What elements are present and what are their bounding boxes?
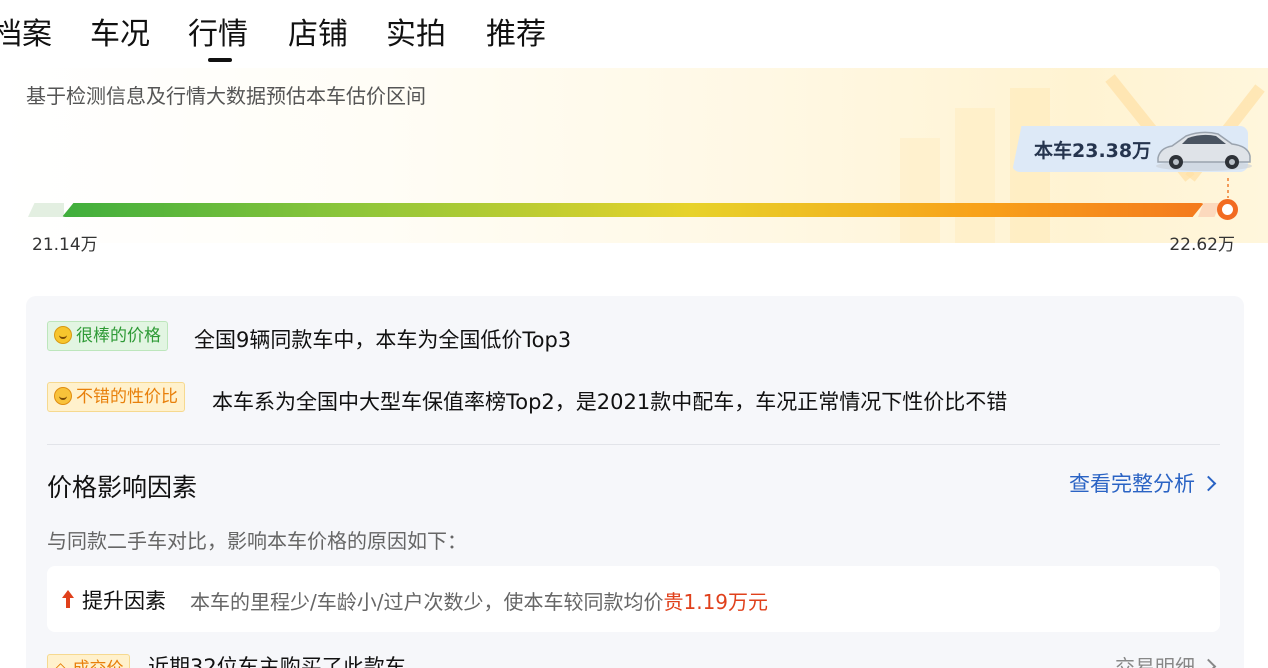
chevron-right-icon: [1200, 658, 1217, 668]
up-factor-label: 提升因素: [82, 589, 166, 613]
good-value-tag-label: 不错的性价比: [76, 387, 178, 407]
section-divider: [47, 444, 1220, 445]
tab-market[interactable]: 行情: [188, 14, 248, 56]
tag-icon: ◇: [54, 659, 72, 668]
deal-price-tag-label: 成交价: [72, 659, 123, 668]
good-value-text: 本车系为全国中大型车保值率榜Top2，是2021款中配车，车况正常情况下性价比不…: [212, 390, 1008, 414]
deal-details-link-label: 交易明细: [1115, 655, 1195, 668]
tab-recommend[interactable]: 推荐: [486, 14, 546, 56]
car-icon: [1156, 131, 1252, 171]
good-value-tag: 不错的性价比: [47, 382, 185, 412]
arrow-up-icon: [62, 590, 74, 608]
smiling-face-icon: [54, 387, 72, 405]
deal-text: 近期32位车主购买了此款车: [148, 655, 406, 668]
estimate-subtitle: 基于检测信息及行情大数据预估本车估价区间: [26, 84, 426, 108]
marker-pointer-line: [1227, 178, 1229, 198]
deal-details-link[interactable]: 交易明细: [1115, 651, 1217, 668]
current-car-price: 本车23.38万: [1034, 140, 1152, 162]
price-range-bar: [62, 203, 1204, 217]
factors-title: 价格影响因素: [47, 473, 198, 502]
deal-price-tag: ◇ 成交价: [47, 654, 131, 668]
tab-active-indicator: [208, 58, 232, 62]
full-analysis-link-label: 查看完整分析: [1069, 472, 1195, 496]
great-price-tag-label: 很棒的价格: [76, 326, 161, 346]
range-min-label: 21.14万: [32, 235, 98, 255]
tab-condition[interactable]: 车况: [90, 14, 150, 56]
range-max-label: 22.62万: [1169, 235, 1235, 255]
great-price-text: 全国9辆同款车中，本车为全国低价Top3: [194, 328, 572, 352]
full-analysis-link[interactable]: 查看完整分析: [1069, 468, 1217, 498]
tab-photos[interactable]: 实拍: [386, 14, 446, 56]
up-factor-amount: 贵1.19万元: [663, 590, 769, 614]
tab-store[interactable]: 店铺: [288, 14, 348, 56]
great-price-tag: 很棒的价格: [47, 321, 168, 351]
tab-archive[interactable]: 档案: [0, 14, 52, 56]
up-factor-desc: 本车的里程少/车龄小/过户次数少，使本车较同款均价贵1.19万元: [190, 586, 768, 615]
current-price-marker: [1217, 199, 1238, 220]
chevron-right-icon: [1200, 475, 1217, 492]
grinning-face-icon: [54, 326, 72, 344]
factors-note: 与同款二手车对比，影响本车价格的原因如下：: [47, 529, 467, 553]
up-factor-desc-text: 本车的里程少/车龄小/过户次数少，使本车较同款均价: [190, 590, 664, 614]
